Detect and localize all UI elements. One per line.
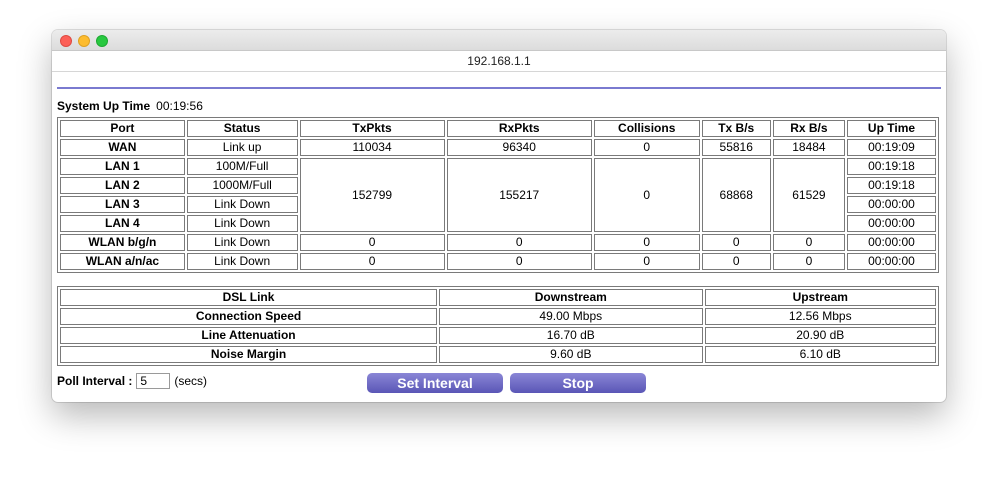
close-window-button[interactable] xyxy=(60,35,72,47)
table-row: Connection Speed 49.00 Mbps 12.56 Mbps xyxy=(60,308,936,325)
minimize-window-button[interactable] xyxy=(78,35,90,47)
upstream-value: 6.10 dB xyxy=(704,346,936,363)
dsl-link-table: DSL Link Downstream Upstream Connection … xyxy=(57,286,939,366)
collisions-value: 0 xyxy=(593,234,700,251)
stop-button[interactable]: Stop xyxy=(510,373,646,393)
downstream-value: 16.70 dB xyxy=(439,327,703,344)
port-name: WLAN b/g/n xyxy=(60,234,185,251)
txpkts-value: 0 xyxy=(299,234,445,251)
txpkts-value: 0 xyxy=(299,253,445,270)
downstream-value: 49.00 Mbps xyxy=(439,308,703,325)
port-status: 100M/Full xyxy=(186,158,298,175)
uptime-value: 00:19:18 xyxy=(846,158,936,175)
table-row: WLAN a/n/ac Link Down 0 0 0 0 0 00:00:00 xyxy=(60,253,936,270)
upstream-value: 20.90 dB xyxy=(704,327,936,344)
lan-rxpkts-value: 155217 xyxy=(446,158,592,232)
table-header-row: DSL Link Downstream Upstream xyxy=(60,289,936,306)
col-header-dsl-link: DSL Link xyxy=(60,289,438,306)
col-header-collisions: Collisions xyxy=(593,120,700,137)
address-bar[interactable]: 192.168.1.1 xyxy=(52,51,946,72)
browser-window: 192.168.1.1 System Up Time 00:19:56 Port … xyxy=(52,30,946,402)
uptime-value: 00:19:18 xyxy=(846,177,936,194)
txbs-value: 55816 xyxy=(701,139,771,156)
collisions-value: 0 xyxy=(593,253,700,270)
port-status: Link Down xyxy=(186,253,298,270)
port-stats-table: Port Status TxPkts RxPkts Collisions Tx … xyxy=(57,117,939,273)
col-header-upstream: Upstream xyxy=(704,289,936,306)
set-interval-button[interactable]: Set Interval xyxy=(367,373,503,393)
poll-interval-label: Poll Interval : xyxy=(57,374,133,388)
uptime-value: 00:00:00 xyxy=(846,234,936,251)
port-status: Link Down xyxy=(186,215,298,232)
lan-collisions-value: 0 xyxy=(593,158,700,232)
txpkts-value: 110034 xyxy=(299,139,445,156)
rxpkts-value: 0 xyxy=(446,234,592,251)
col-header-rxbs: Rx B/s xyxy=(772,120,845,137)
port-status: Link Down xyxy=(186,234,298,251)
uptime-value: 00:19:56 xyxy=(156,99,203,113)
uptime-value: 00:00:00 xyxy=(846,196,936,213)
poll-interval-unit: (secs) xyxy=(174,374,208,388)
rxpkts-value: 96340 xyxy=(446,139,592,156)
lan-txpkts-value: 152799 xyxy=(299,158,445,232)
port-name: LAN 1 xyxy=(60,158,185,175)
table-row: Line Attenuation 16.70 dB 20.90 dB xyxy=(60,327,936,344)
table-header-row: Port Status TxPkts RxPkts Collisions Tx … xyxy=(60,120,936,137)
col-header-rxpkts: RxPkts xyxy=(446,120,592,137)
poll-interval-input[interactable] xyxy=(136,373,171,389)
dsl-metric-label: Line Attenuation xyxy=(60,327,438,344)
system-uptime: System Up Time 00:19:56 xyxy=(57,99,203,113)
port-status: 1000M/Full xyxy=(186,177,298,194)
dsl-metric-label: Noise Margin xyxy=(60,346,438,363)
port-name: LAN 2 xyxy=(60,177,185,194)
table-row: WAN Link up 110034 96340 0 55816 18484 0… xyxy=(60,139,936,156)
dsl-metric-label: Connection Speed xyxy=(60,308,438,325)
port-status: Link up xyxy=(186,139,298,156)
header-divider xyxy=(57,87,941,89)
downstream-value: 9.60 dB xyxy=(439,346,703,363)
port-status: Link Down xyxy=(186,196,298,213)
uptime-value: 00:00:00 xyxy=(846,253,936,270)
rxpkts-value: 0 xyxy=(446,253,592,270)
col-header-status: Status xyxy=(186,120,298,137)
port-name: WLAN a/n/ac xyxy=(60,253,185,270)
lan-rxbs-value: 61529 xyxy=(772,158,845,232)
table-row: LAN 1 100M/Full 152799 155217 0 68868 61… xyxy=(60,158,936,232)
port-name: LAN 4 xyxy=(60,215,185,232)
title-bar xyxy=(52,30,946,51)
table-row: WLAN b/g/n Link Down 0 0 0 0 0 00:00:00 xyxy=(60,234,936,251)
collisions-value: 0 xyxy=(593,139,700,156)
col-header-txbs: Tx B/s xyxy=(701,120,771,137)
col-header-txpkts: TxPkts xyxy=(299,120,445,137)
table-row: Noise Margin 9.60 dB 6.10 dB xyxy=(60,346,936,363)
col-header-downstream: Downstream xyxy=(439,289,703,306)
poll-interval-group: Poll Interval : (secs) xyxy=(57,373,207,389)
txbs-value: 0 xyxy=(701,253,771,270)
col-header-uptime: Up Time xyxy=(846,120,936,137)
lan-txbs-value: 68868 xyxy=(701,158,771,232)
upstream-value: 12.56 Mbps xyxy=(704,308,936,325)
rxbs-value: 18484 xyxy=(772,139,845,156)
zoom-window-button[interactable] xyxy=(96,35,108,47)
uptime-label: System Up Time xyxy=(57,99,151,113)
uptime-value: 00:00:00 xyxy=(846,215,936,232)
uptime-value: 00:19:09 xyxy=(846,139,936,156)
col-header-port: Port xyxy=(60,120,185,137)
rxbs-value: 0 xyxy=(772,234,845,251)
rxbs-value: 0 xyxy=(772,253,845,270)
txbs-value: 0 xyxy=(701,234,771,251)
port-name: WAN xyxy=(60,139,185,156)
port-name: LAN 3 xyxy=(60,196,185,213)
